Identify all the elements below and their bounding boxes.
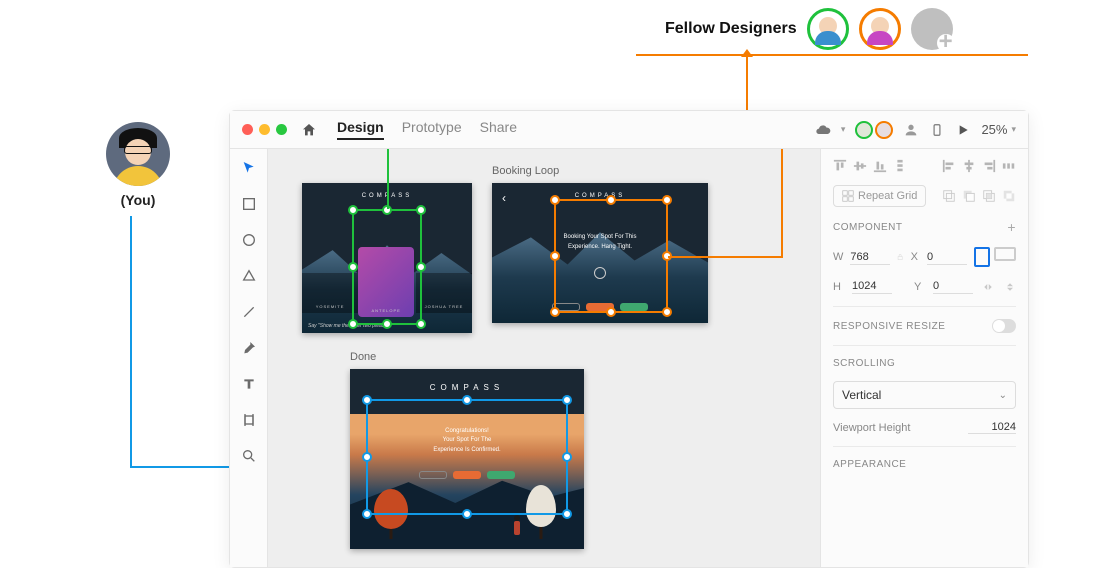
width-label: W: [833, 251, 843, 263]
collaborator-badge-orange[interactable]: [875, 121, 893, 139]
fellow-designers-label: Fellow Designers: [665, 20, 797, 38]
annotation-underline: [636, 54, 1028, 56]
maximize-icon[interactable]: [276, 124, 287, 135]
appearance-section-header: APPEARANCE: [833, 459, 1016, 470]
zoom-tool-icon[interactable]: [240, 447, 258, 465]
panel-yosemite: YOSEMITE: [302, 273, 358, 313]
align-left-icon[interactable]: [942, 159, 956, 173]
distribute-v-icon[interactable]: [893, 159, 907, 173]
flip-h-icon[interactable]: [982, 281, 994, 293]
collaborator-badges: [855, 121, 893, 139]
artboard-title-done[interactable]: Done: [350, 351, 376, 363]
home-icon[interactable]: [301, 122, 317, 138]
add-collaborator-icon[interactable]: [911, 8, 953, 50]
boolean-union-icon[interactable]: [942, 189, 956, 203]
artboard-tool-icon[interactable]: [240, 411, 258, 429]
scrolling-section-header: SCROLLING: [833, 358, 1016, 369]
person-illustration: [512, 515, 522, 539]
responsive-section-header: RESPONSIVE RESIZE: [833, 319, 1016, 333]
align-vcenter-icon[interactable]: [853, 159, 867, 173]
align-row: [833, 159, 1016, 173]
select-tool-icon[interactable]: [240, 159, 258, 177]
connector-blue-v: [130, 216, 132, 466]
viewport-height-label: Viewport Height: [833, 422, 910, 434]
window-controls[interactable]: [242, 124, 287, 135]
titlebar: Design Prototype Share ▾ 25%: [230, 111, 1028, 149]
tab-prototype[interactable]: Prototype: [402, 119, 462, 140]
play-icon[interactable]: [955, 122, 971, 138]
add-component-icon[interactable]: +: [1007, 219, 1016, 235]
boolean-intersect-icon[interactable]: [982, 189, 996, 203]
boolean-exclude-icon[interactable]: [1002, 189, 1016, 203]
artboard-brand: COMPASS: [302, 183, 472, 199]
chevron-down-icon: ▾: [1011, 124, 1016, 135]
viewport-height-input[interactable]: [968, 421, 1016, 434]
orientation-portrait-icon[interactable]: [974, 247, 990, 267]
you-avatar: [106, 122, 170, 186]
artboard-brand: COMPASS: [492, 183, 708, 199]
align-top-icon[interactable]: [833, 159, 847, 173]
component-section-header: COMPONENT +: [833, 219, 1016, 235]
panel-joshua: JOSHUA TREE: [416, 273, 472, 313]
invite-icon[interactable]: [903, 122, 919, 138]
tab-share[interactable]: Share: [480, 119, 517, 140]
align-hcenter-icon[interactable]: [962, 159, 976, 173]
ellipse-tool-icon[interactable]: [240, 231, 258, 249]
height-label: H: [833, 281, 845, 293]
mode-tabs: Design Prototype Share: [337, 119, 517, 140]
zoom-value: 25%: [981, 122, 1007, 137]
align-bottom-icon[interactable]: [873, 159, 887, 173]
lock-icon[interactable]: [897, 253, 903, 261]
y-label: Y: [914, 281, 926, 293]
connector-orange-v: [781, 149, 783, 258]
boolean-subtract-icon[interactable]: [962, 189, 976, 203]
flip-v-icon[interactable]: [1004, 281, 1016, 293]
responsive-toggle[interactable]: [992, 319, 1016, 333]
selection-blue[interactable]: [366, 399, 568, 515]
zoom-control[interactable]: 25% ▾: [981, 122, 1016, 137]
polygon-tool-icon[interactable]: [240, 267, 258, 285]
device-preview-icon[interactable]: [929, 122, 945, 138]
app-window: Design Prototype Share ▾ 25%: [229, 110, 1029, 568]
back-icon[interactable]: ‹: [502, 191, 506, 205]
minimize-icon[interactable]: [259, 124, 270, 135]
artboard-brand: COMPASS: [350, 369, 584, 392]
align-right-icon[interactable]: [982, 159, 996, 173]
fellow-designers-annotation: Fellow Designers: [665, 8, 953, 50]
collaborator-badge-green[interactable]: [855, 121, 873, 139]
cloud-icon[interactable]: [815, 122, 831, 138]
pen-tool-icon[interactable]: [240, 339, 258, 357]
collaborator-avatar-1: [807, 8, 849, 50]
y-input[interactable]: [933, 279, 973, 294]
selection-orange[interactable]: [554, 199, 668, 313]
selection-green[interactable]: [352, 209, 422, 325]
height-input[interactable]: [852, 279, 892, 294]
scrolling-select[interactable]: Vertical ⌄: [833, 381, 1016, 409]
orientation-landscape-icon[interactable]: [994, 247, 1016, 261]
close-icon[interactable]: [242, 124, 253, 135]
width-input[interactable]: [850, 250, 890, 265]
grid-icon: [842, 190, 854, 202]
tab-design[interactable]: Design: [337, 119, 384, 140]
x-label: X: [911, 251, 920, 263]
repeat-grid-button[interactable]: Repeat Grid: [833, 185, 926, 207]
inspector-panel: Repeat Grid COMPONENT + W X: [820, 149, 1028, 567]
text-tool-icon[interactable]: [240, 375, 258, 393]
x-input[interactable]: [927, 250, 967, 265]
rectangle-tool-icon[interactable]: [240, 195, 258, 213]
chevron-down-icon: ⌄: [999, 390, 1007, 401]
canvas[interactable]: COMPASS YOSEMITE ANTELOPE JOSHUA TREE Sa…: [268, 149, 820, 567]
line-tool-icon[interactable]: [240, 303, 258, 321]
artboard-title-booking[interactable]: Booking Loop: [492, 165, 559, 177]
you-annotation: (You): [98, 122, 178, 208]
distribute-h-icon[interactable]: [1002, 159, 1016, 173]
collaborator-avatar-2: [859, 8, 901, 50]
tool-rail: [230, 149, 268, 567]
chevron-down-icon[interactable]: ▾: [841, 124, 846, 135]
you-label: (You): [121, 192, 156, 208]
